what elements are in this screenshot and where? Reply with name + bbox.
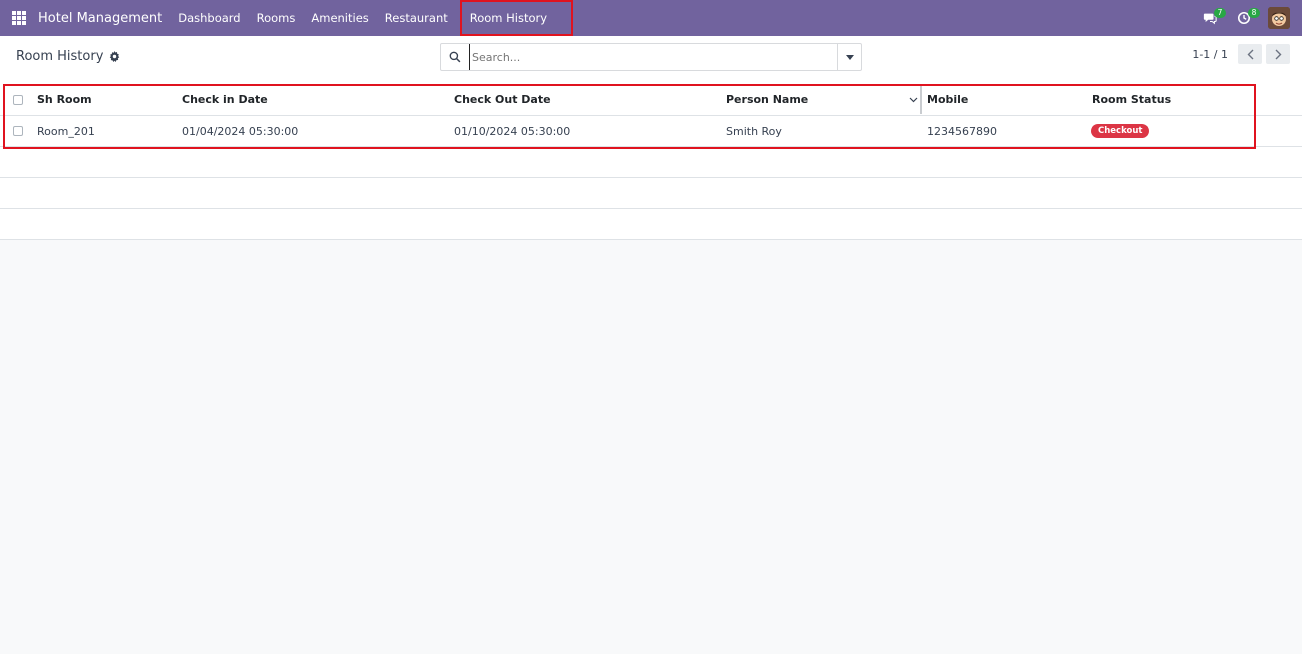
cell-check-in: 01/04/2024 05:30:00 — [182, 124, 299, 138]
pager-value[interactable]: 1-1 / 1 — [1192, 48, 1228, 61]
menu-rooms[interactable]: Rooms — [249, 0, 304, 36]
cell-room-status: Checkout — [1091, 116, 1150, 146]
search-icon — [441, 44, 469, 70]
empty-row — [0, 147, 1302, 178]
apps-menu-button[interactable] — [0, 0, 38, 36]
column-header-check-in[interactable]: Check in Date — [182, 84, 268, 115]
table-header-row: Sh Room Check in Date Check Out Date Per… — [0, 84, 1302, 116]
table-row[interactable]: Room_201 01/04/2024 05:30:00 01/10/2024 … — [0, 116, 1302, 147]
list-table: Sh Room Check in Date Check Out Date Per… — [0, 84, 1302, 240]
page-title: Room History — [16, 49, 104, 64]
menu-amenities[interactable]: Amenities — [303, 0, 376, 36]
empty-row — [0, 178, 1302, 209]
caret-down-icon — [845, 54, 854, 60]
sort-chevron-icon — [909, 84, 918, 115]
select-all-checkbox[interactable] — [13, 84, 23, 115]
activities-button[interactable]: 8 — [1234, 8, 1260, 28]
pager: 1-1 / 1 — [1192, 44, 1290, 64]
app-brand[interactable]: Hotel Management — [38, 11, 162, 26]
gear-icon[interactable] — [109, 51, 120, 62]
control-panel: Room History 1-1 / 1 — [0, 36, 1302, 84]
systray: 7 8 — [1200, 0, 1290, 36]
messages-count-badge: 7 — [1214, 8, 1226, 18]
messages-button[interactable]: 7 — [1200, 8, 1226, 28]
activities-count-badge: 8 — [1248, 8, 1260, 18]
menu-restaurant[interactable]: Restaurant — [377, 0, 456, 36]
search-options-toggle[interactable] — [837, 44, 861, 70]
chevron-left-icon — [1247, 49, 1253, 59]
cell-person-name: Smith Roy — [726, 124, 782, 138]
top-navbar: Hotel Management Dashboard Rooms Ameniti… — [0, 0, 1302, 36]
pager-next-button[interactable] — [1266, 44, 1290, 64]
search-input[interactable] — [469, 44, 837, 70]
column-header-check-out[interactable]: Check Out Date — [454, 84, 551, 115]
row-checkbox[interactable] — [13, 116, 23, 146]
menu-dashboard[interactable]: Dashboard — [170, 0, 248, 36]
chevron-right-icon — [1275, 49, 1281, 59]
pager-previous-button[interactable] — [1238, 44, 1262, 64]
user-avatar[interactable] — [1268, 7, 1290, 29]
apps-grid-icon — [12, 11, 26, 25]
search-bar — [440, 43, 862, 71]
empty-row — [0, 209, 1302, 240]
status-badge: Checkout — [1091, 124, 1150, 138]
cell-sh-room: Room_201 — [37, 124, 95, 138]
breadcrumb: Room History — [16, 49, 120, 64]
cell-mobile: 1234567890 — [927, 124, 997, 138]
column-header-room-status[interactable]: Room Status — [1092, 84, 1171, 115]
column-header-person-name[interactable]: Person Name — [726, 84, 808, 115]
column-header-mobile[interactable]: Mobile — [927, 84, 968, 115]
column-resize-handle[interactable] — [920, 86, 922, 114]
menu-room-history[interactable]: Room History — [459, 0, 574, 36]
column-header-sh-room[interactable]: Sh Room — [37, 84, 92, 115]
cell-check-out: 01/10/2024 05:30:00 — [454, 124, 571, 138]
